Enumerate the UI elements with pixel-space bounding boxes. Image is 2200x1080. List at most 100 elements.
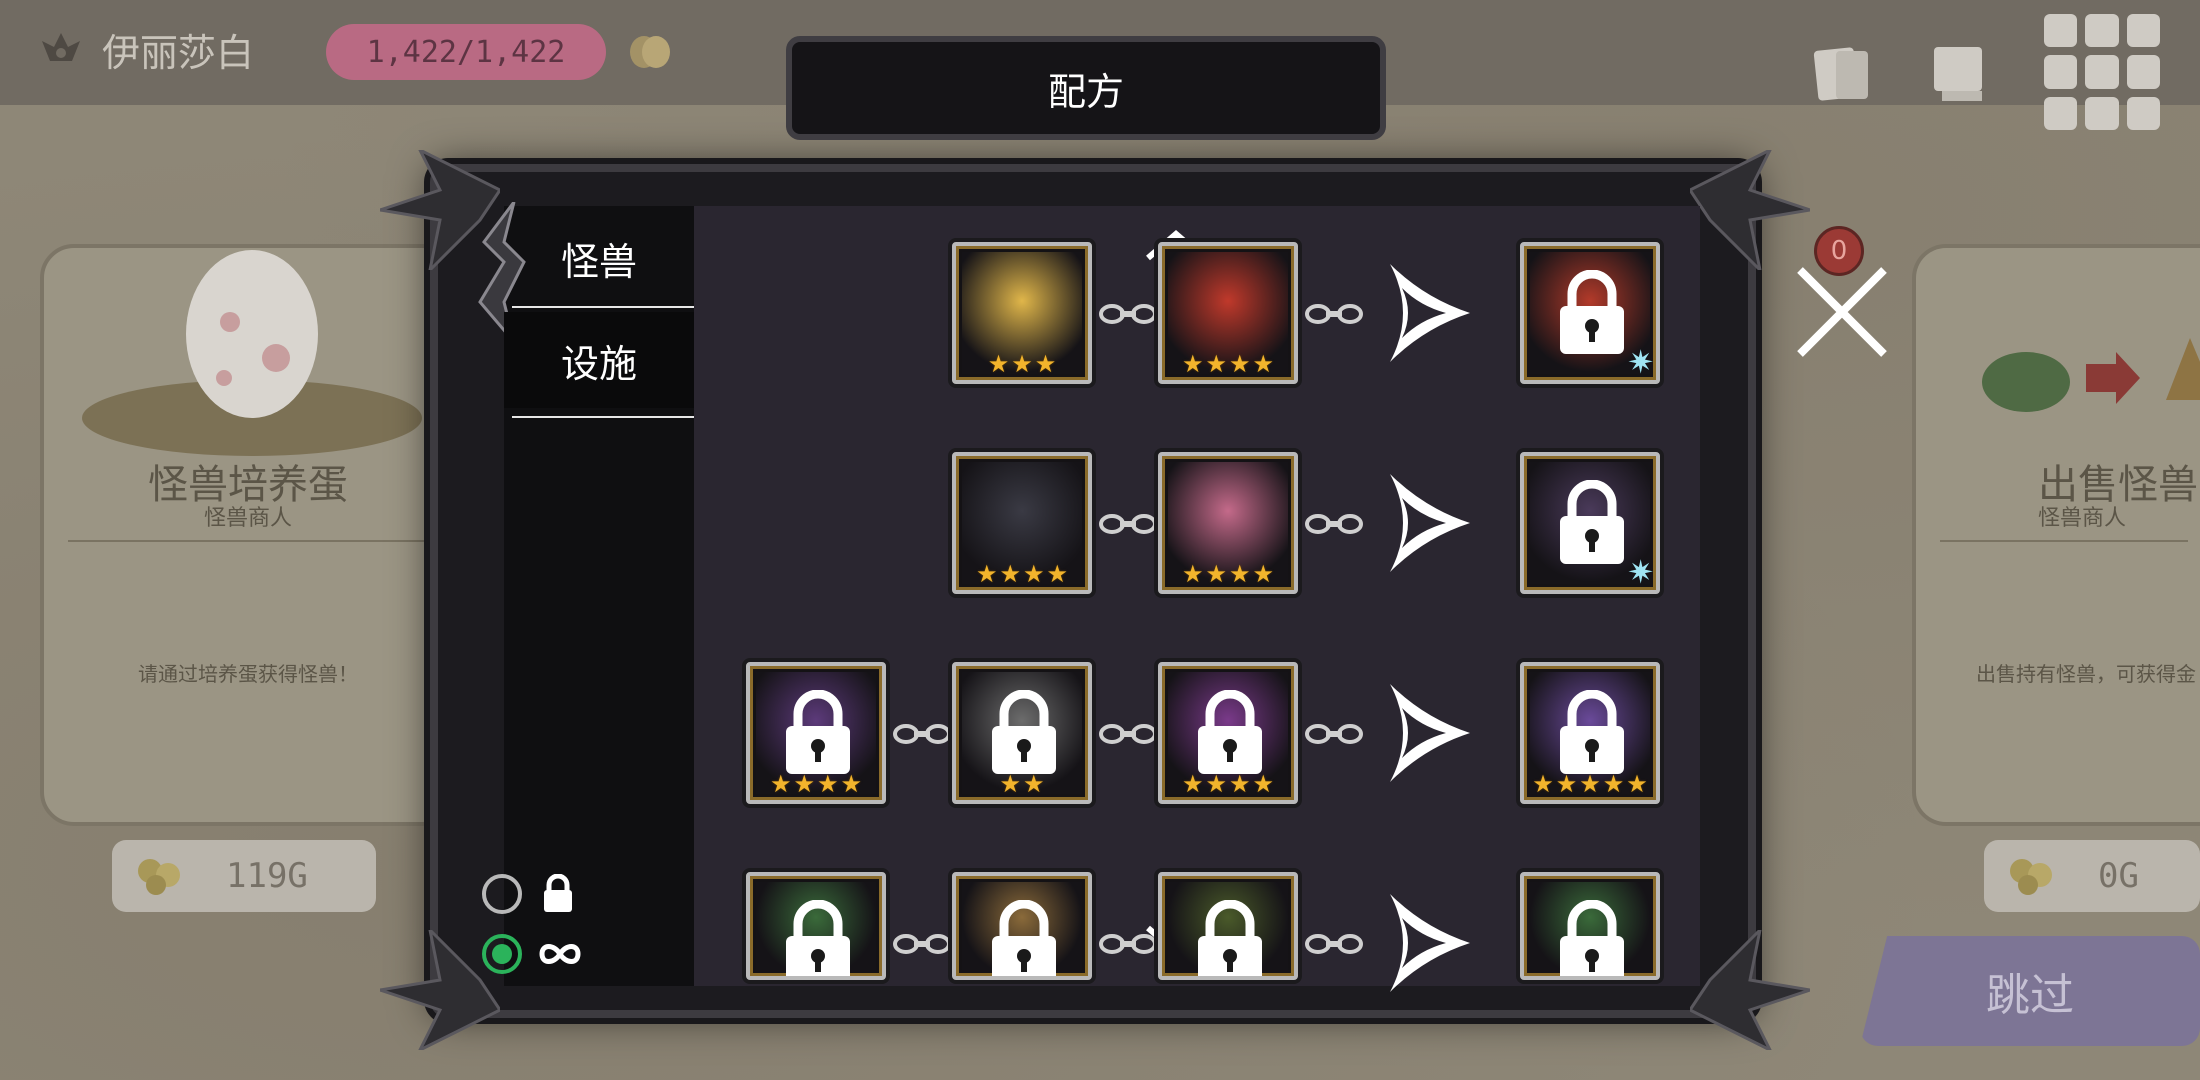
divider bbox=[68, 540, 428, 542]
ornament-spike-icon bbox=[1690, 150, 1810, 270]
result-slot[interactable]: ✷ bbox=[1520, 242, 1660, 384]
sell-card-description: 出售持有怪兽，可获得金 bbox=[1976, 662, 2196, 686]
ingredient-slot[interactable] bbox=[1158, 872, 1298, 980]
star-icon: ★ bbox=[793, 770, 815, 798]
hp-counter: 1,422/1,422 bbox=[326, 24, 606, 80]
sell-price: 0G bbox=[2098, 856, 2139, 896]
combine-arrow-icon bbox=[1390, 474, 1470, 572]
ingredient-slot[interactable] bbox=[746, 872, 886, 980]
ingredient-slot[interactable]: ★ ★ ★ bbox=[952, 242, 1092, 384]
filter-infinite[interactable] bbox=[482, 934, 584, 974]
star-icon: ★ bbox=[1555, 770, 1578, 798]
player-name: 伊丽莎白 bbox=[102, 31, 255, 75]
ingredient-slot[interactable]: ★ ★ ★ ★ bbox=[746, 662, 886, 804]
padlock-icon bbox=[1198, 900, 1262, 976]
star-icon: ★ bbox=[1252, 770, 1275, 798]
star-rating: ★ ★ ★ bbox=[956, 352, 1088, 376]
star-rating: ★ ★ bbox=[956, 772, 1088, 796]
padlock-icon bbox=[992, 900, 1056, 976]
demon-crest-icon bbox=[42, 32, 80, 61]
radio-button[interactable] bbox=[482, 874, 522, 914]
combine-arrow-icon bbox=[1390, 684, 1470, 782]
main-menu-grid-icon[interactable] bbox=[2044, 14, 2160, 130]
book-icon[interactable] bbox=[1928, 41, 1990, 107]
divider bbox=[1940, 540, 2188, 542]
star-icon: ★ bbox=[840, 770, 863, 798]
star-icon: ★ bbox=[817, 770, 839, 798]
modal-title: 配方 bbox=[786, 36, 1386, 140]
star-icon: ★ bbox=[1023, 770, 1045, 798]
egg-shop-card[interactable]: 怪兽培养蛋 怪兽商人 请通过培养蛋获得怪兽！ bbox=[40, 244, 456, 826]
chain-link-icon bbox=[1305, 724, 1363, 744]
chain-link-icon bbox=[1099, 514, 1157, 534]
filter-locked[interactable] bbox=[482, 874, 584, 914]
ingredient-slot[interactable]: ★ ★ ★ ★ bbox=[1158, 662, 1298, 804]
player-info: 伊丽莎白 bbox=[38, 22, 254, 77]
card-deck-icon[interactable] bbox=[1812, 41, 1874, 107]
star-icon: ★ bbox=[1229, 770, 1251, 798]
star-icon: ★ bbox=[1532, 770, 1554, 798]
star-icon: ★ bbox=[987, 350, 1010, 378]
padlock-icon bbox=[1198, 690, 1262, 774]
star-icon: ★ bbox=[1011, 350, 1033, 378]
star-icon: ★ bbox=[1205, 350, 1227, 378]
padlock-icon bbox=[786, 900, 850, 976]
star-icon: ★ bbox=[1181, 350, 1204, 378]
star-icon: ★ bbox=[769, 770, 792, 798]
ingredient-slot[interactable]: ★ ★ bbox=[952, 662, 1092, 804]
star-icon: ★ bbox=[1229, 350, 1251, 378]
tab-monster[interactable]: 怪兽 bbox=[504, 210, 694, 308]
ingredient-slot[interactable]: ★ ★ ★ ★ bbox=[1158, 242, 1298, 384]
infinity-icon bbox=[539, 944, 581, 964]
coin-stack-icon bbox=[630, 36, 670, 68]
result-slot[interactable] bbox=[1520, 872, 1660, 980]
sell-monster-card[interactable]: 出售怪兽 怪兽商人 出售持有怪兽，可获得金 bbox=[1912, 244, 2200, 826]
ornament-spike-icon bbox=[1690, 930, 1810, 1050]
chain-link-icon bbox=[893, 934, 951, 954]
sell-card-subtitle: 怪兽商人 bbox=[2038, 506, 2127, 531]
gold-coins-icon bbox=[2010, 859, 2052, 895]
result-slot[interactable]: ✷ bbox=[1520, 452, 1660, 594]
tab-facility[interactable]: 设施 bbox=[504, 312, 694, 418]
close-icon[interactable] bbox=[1790, 260, 1894, 364]
combine-arrow-icon bbox=[1390, 264, 1470, 362]
egg-price: 119G bbox=[226, 856, 308, 896]
padlock-icon bbox=[1560, 480, 1624, 564]
star-icon: ★ bbox=[1252, 350, 1275, 378]
crystal-icon: ✷ bbox=[1627, 343, 1654, 381]
ingredient-slot[interactable] bbox=[952, 872, 1092, 980]
star-icon: ★ bbox=[1023, 560, 1045, 588]
top-right-menu bbox=[1812, 14, 2160, 130]
radio-button-selected[interactable] bbox=[482, 934, 522, 974]
sell-price-button[interactable]: 0G bbox=[1984, 840, 2200, 912]
chain-link-icon bbox=[1099, 304, 1157, 324]
combine-arrow-icon bbox=[1390, 894, 1470, 992]
padlock-icon bbox=[1560, 690, 1624, 774]
star-icon: ★ bbox=[1181, 770, 1204, 798]
result-slot[interactable]: ★ ★ ★ ★ ★ bbox=[1520, 662, 1660, 804]
star-icon: ★ bbox=[1602, 770, 1625, 798]
star-rating: ★ ★ ★ ★ ★ bbox=[1524, 772, 1656, 796]
lock-icon bbox=[544, 874, 572, 912]
slime-to-gold-icon bbox=[1982, 338, 2200, 412]
star-icon: ★ bbox=[975, 560, 998, 588]
ingredient-slot[interactable]: ★ ★ ★ ★ bbox=[952, 452, 1092, 594]
star-icon: ★ bbox=[1626, 770, 1648, 798]
egg-nest-icon bbox=[82, 250, 422, 456]
chain-link-icon bbox=[893, 724, 951, 744]
padlock-icon bbox=[1560, 900, 1624, 976]
star-icon: ★ bbox=[1046, 560, 1069, 588]
skip-button[interactable]: 跳过 bbox=[1860, 936, 2200, 1046]
star-icon: ★ bbox=[1252, 560, 1275, 588]
chain-link-icon bbox=[1305, 514, 1363, 534]
star-rating: ★ ★ ★ ★ bbox=[1162, 562, 1294, 586]
chain-link-icon bbox=[1305, 934, 1363, 954]
padlock-icon bbox=[786, 690, 850, 774]
egg-price-button[interactable]: 119G bbox=[112, 840, 376, 912]
ingredient-slot[interactable]: ★ ★ ★ ★ bbox=[1158, 452, 1298, 594]
chain-link-icon bbox=[1305, 304, 1363, 324]
padlock-icon bbox=[992, 690, 1056, 774]
star-icon: ★ bbox=[1181, 560, 1204, 588]
padlock-icon bbox=[1560, 270, 1624, 354]
star-rating: ★ ★ ★ ★ bbox=[956, 562, 1088, 586]
